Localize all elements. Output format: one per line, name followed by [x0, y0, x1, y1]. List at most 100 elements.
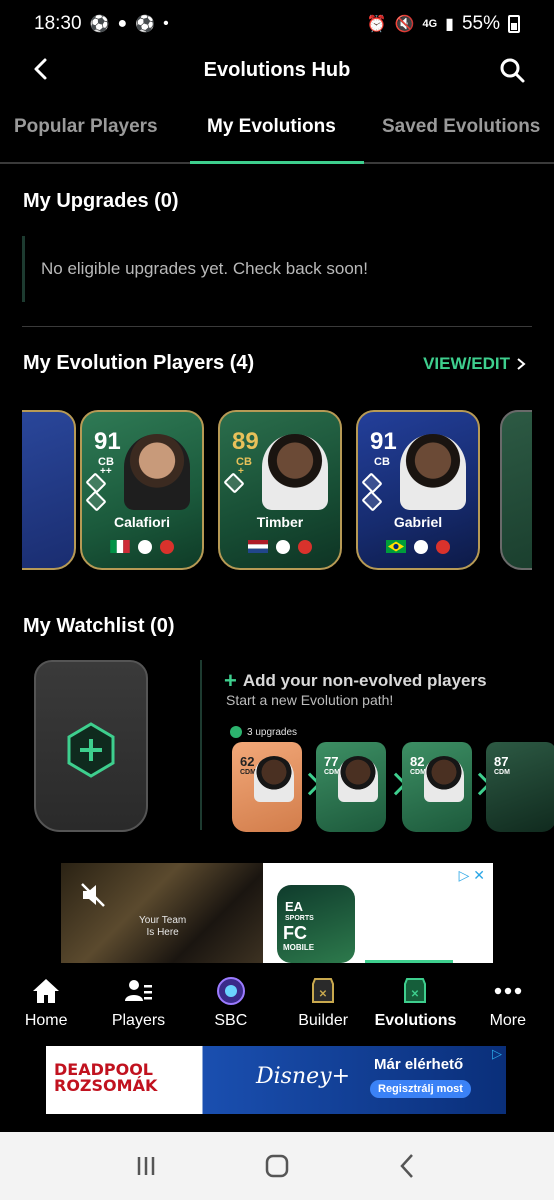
builder-icon: ✕ [312, 978, 335, 1003]
arsenal-badge-icon [436, 540, 450, 554]
notification-soccer-icon-2: ⚽ [135, 16, 156, 33]
status-time: 18:30 [34, 13, 82, 34]
ad-content-area[interactable]: EA SPORTS FC MOBILE ▷ ✕ [263, 863, 493, 963]
card-flags [358, 540, 478, 554]
sbc-icon [216, 977, 245, 1005]
ad-video-area[interactable]: Your Team Is Here [61, 863, 263, 963]
preview-rating: 82 [410, 754, 425, 769]
evolution-players-carousel[interactable]: 91 CB ++ Calafiori 89 CB + Timber 91 CB … [22, 410, 532, 572]
view-edit-label: VIEW/EDIT [423, 354, 510, 373]
netherlands-flag-icon [248, 540, 268, 553]
player-card-partial-left[interactable] [22, 410, 76, 570]
watchlist-separator [200, 660, 202, 830]
home-button-icon[interactable] [262, 1151, 292, 1181]
preview-rating: 77 [324, 754, 339, 769]
player-card[interactable]: 91 CB ++ Calafiori [80, 410, 204, 570]
brazil-flag-icon [386, 540, 406, 553]
evolution-players-title: My Evolution Players (4) [23, 352, 255, 374]
card-flags [82, 540, 202, 554]
tab-popular-players[interactable]: Popular Players [14, 116, 158, 138]
add-players-link[interactable]: + Add your non-evolved players [224, 668, 487, 694]
add-players-text: Add your non-evolved players [242, 671, 487, 690]
location-icon: ● [117, 15, 128, 32]
card-player-name: Gabriel [393, 514, 443, 530]
nav-builder-label: Builder [298, 1012, 349, 1029]
mute-icon: 🔇 [394, 16, 415, 33]
ad-headline: Már elérhető [374, 1056, 464, 1073]
evolutions-icon: ✕ [404, 978, 427, 1003]
recent-apps-icon[interactable] [131, 1151, 161, 1181]
ad-banner-disney[interactable]: DEADPOOL ROZSOMÁK Disney+ Már elérhető R… [46, 1046, 506, 1114]
nav-sbc[interactable]: SBC [185, 968, 277, 1040]
svg-text:✕: ✕ [319, 989, 327, 1000]
fc-mobile-app-icon[interactable]: EA SPORTS FC MOBILE [277, 885, 355, 963]
arsenal-badge-icon [298, 540, 312, 554]
preview-card: 82 CDM [402, 742, 472, 832]
svg-text:✕: ✕ [411, 989, 419, 1000]
app-brand: EA SPORTS [285, 900, 314, 925]
nav-more-label: More [489, 1012, 527, 1029]
player-portrait [262, 434, 328, 510]
ad-progress-bar [365, 960, 453, 963]
upgrade-dot-icon [230, 726, 242, 738]
plus-icon: + [224, 668, 237, 693]
nav-evolutions[interactable]: ✕ Evolutions [369, 968, 461, 1040]
tab-saved-evolutions[interactable]: Saved Evolutions [382, 116, 540, 138]
add-player-placeholder-card[interactable] [34, 660, 148, 832]
section-divider [22, 326, 532, 327]
playstyle-icons [361, 472, 383, 512]
ad-choices-icon[interactable]: ▷ ✕ [459, 867, 485, 884]
card-position: CB [374, 456, 390, 468]
italy-flag-icon [110, 540, 130, 553]
card-rating: 89 [232, 428, 259, 455]
card-player-name: Timber [256, 514, 304, 530]
ad-caption-line2: Is Here [146, 927, 179, 938]
view-edit-link[interactable]: VIEW/EDIT [423, 354, 526, 374]
preview-portrait [254, 756, 294, 802]
mute-icon[interactable] [79, 881, 107, 909]
app-sub: MOBILE [283, 943, 315, 952]
card-flags [220, 540, 340, 554]
battery-percent: 55% [461, 13, 500, 34]
nav-players[interactable]: Players [92, 968, 184, 1040]
page-title: Evolutions Hub [203, 58, 351, 81]
tab-my-evolutions[interactable]: My Evolutions [207, 116, 336, 138]
search-icon[interactable] [498, 56, 526, 84]
upgrades-badge-text: 3 upgrades [247, 726, 298, 738]
ad-banner-fc-mobile[interactable]: Your Team Is Here EA SPORTS FC MOBILE ▷ … [61, 863, 493, 963]
more-notifications-dot: • [163, 15, 169, 32]
nav-evolutions-label: Evolutions [374, 1012, 457, 1029]
ad-movie-title-line2: ROZSOMÁK [54, 1076, 158, 1095]
network-type: 4G [422, 18, 438, 30]
player-card[interactable]: 89 CB + Timber [218, 410, 342, 570]
nav-builder[interactable]: ✕ Builder [277, 968, 369, 1040]
player-card-partial-right[interactable] [500, 410, 532, 570]
home-icon [33, 979, 60, 1003]
nav-home[interactable]: Home [0, 968, 92, 1040]
system-back-icon[interactable] [393, 1151, 423, 1181]
nav-home-label: Home [24, 1012, 68, 1029]
playstyle-icons [223, 472, 245, 510]
ad-caption-line1: Your Team [139, 915, 187, 926]
active-tab-indicator [190, 161, 364, 164]
add-plus-hexagon-icon [67, 722, 115, 778]
upgrades-empty-state: No eligible upgrades yet. Check back soo… [22, 236, 532, 302]
arsenal-badge-icon [160, 540, 174, 554]
status-bar: 18:30 ⚽ ● ⚽ • ⏰ 🔇 4G ▮ 55% [0, 0, 554, 48]
card-player-name: Calafiori [113, 514, 170, 530]
player-card[interactable]: 91 CB Gabriel [356, 410, 480, 570]
bottom-navigation: Home Players SBC ✕ Builder ✕ Evolutions [0, 968, 554, 1040]
card-rating: 91 [370, 428, 397, 455]
back-arrow-icon[interactable] [28, 56, 54, 82]
preview-portrait [424, 756, 464, 802]
ad-caption: Your Team Is Here [139, 915, 186, 939]
add-players-subtext: Start a new Evolution path! [226, 692, 394, 708]
ad-choices-icon[interactable]: ▷ [492, 1046, 502, 1062]
app-header: Evolutions Hub [0, 48, 554, 92]
nav-more[interactable]: More [462, 968, 554, 1040]
preview-card: 77 CDM [316, 742, 386, 832]
evolution-path-preview: 3 upgrades 62 CDM 77 CDM 82 CDM 87 CDM [226, 726, 554, 834]
ad-cta-button[interactable]: Regisztrálj most [370, 1080, 471, 1098]
ad-movie-title: DEADPOOL ROZSOMÁK [54, 1062, 157, 1094]
preview-rating: 87 [494, 754, 509, 769]
